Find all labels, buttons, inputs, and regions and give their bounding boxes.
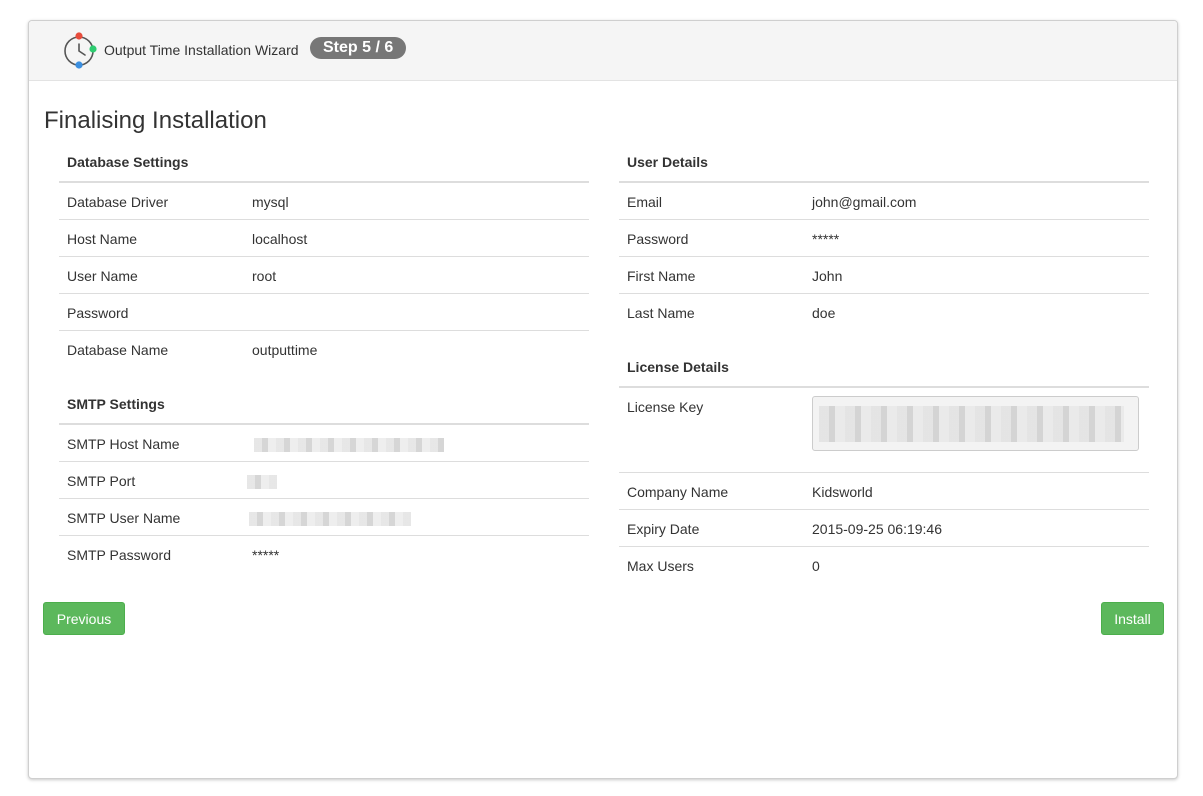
section-heading: Database Settings (59, 141, 589, 183)
row-label: Password (627, 231, 689, 247)
user-details-section: User Details Email john@gmail.com Passwo… (619, 141, 1149, 331)
redacted-value (249, 512, 411, 526)
row-value: ***** (812, 231, 840, 247)
smtp-settings-section: SMTP Settings SMTP Host Name SMTP Port S… (59, 383, 589, 573)
table-row: SMTP Host Name (59, 425, 589, 462)
row-label: SMTP Host Name (67, 436, 180, 452)
row-value: John (812, 268, 843, 284)
row-label: Last Name (627, 305, 695, 321)
clock-logo-icon (64, 32, 97, 69)
row-label: License Key (627, 399, 704, 415)
table-row: Expiry Date 2015-09-25 06:19:46 (619, 510, 1149, 547)
row-label: SMTP Port (67, 473, 136, 489)
table-row: Password ***** (619, 220, 1149, 257)
row-label: User Name (67, 268, 138, 284)
table-row: Max Users 0 (619, 547, 1149, 584)
table-row: Database Name outputtime (59, 331, 589, 368)
row-value: mysql (252, 194, 289, 210)
row-label: Password (67, 305, 129, 321)
row-value: 0 (812, 558, 820, 574)
row-value: john@gmail.com (812, 194, 917, 210)
license-details-section: License Details License Key Company Name… (619, 346, 1149, 584)
wizard-header: Output Time Installation Wizard Step 5 /… (29, 21, 1177, 81)
row-value: root (252, 268, 277, 284)
row-value: doe (812, 305, 836, 321)
page-title: Finalising Installation (44, 107, 267, 134)
table-row: Password (59, 294, 589, 331)
wizard-panel: Output Time Installation Wizard Step 5 /… (28, 20, 1178, 779)
install-button[interactable]: Install (1101, 602, 1164, 635)
previous-button[interactable]: Previous (43, 602, 125, 635)
table-row: Host Name localhost (59, 220, 589, 257)
table-row: SMTP User Name (59, 499, 589, 536)
row-label: Database Name (67, 342, 169, 358)
row-label: Company Name (627, 484, 729, 500)
row-label: Expiry Date (627, 521, 700, 537)
section-heading: SMTP Settings (59, 383, 589, 425)
table-row: SMTP Port (59, 462, 589, 499)
row-value: Kidsworld (812, 484, 873, 500)
section-heading: User Details (619, 141, 1149, 183)
license-key-field[interactable] (812, 396, 1139, 451)
table-row: SMTP Password ***** (59, 536, 589, 573)
table-row: User Name root (59, 257, 589, 294)
redacted-value (819, 406, 1124, 442)
table-row: Database Driver mysql (59, 183, 589, 220)
row-value: 2015-09-25 06:19:46 (812, 521, 942, 537)
table-row: First Name John (619, 257, 1149, 294)
row-label: Database Driver (67, 194, 169, 210)
table-row: Email john@gmail.com (619, 183, 1149, 220)
table-row: Company Name Kidsworld (619, 473, 1149, 510)
row-label: SMTP User Name (67, 510, 181, 526)
row-label: First Name (627, 268, 696, 284)
row-value: localhost (252, 231, 308, 247)
step-badge: Step 5 / 6 (310, 37, 407, 59)
row-label: Host Name (67, 231, 138, 247)
row-label: Email (627, 194, 663, 210)
row-value: ***** (252, 547, 280, 563)
table-row: Last Name doe (619, 294, 1149, 331)
redacted-value (247, 475, 277, 489)
row-value: outputtime (252, 342, 318, 358)
redacted-value (254, 438, 444, 452)
table-row: License Key (619, 388, 1149, 473)
row-label: Max Users (627, 558, 694, 574)
app-title: Output Time Installation Wizard (104, 42, 299, 58)
row-label: SMTP Password (67, 547, 171, 563)
database-settings-section: Database Settings Database Driver mysql … (59, 141, 589, 368)
section-heading: License Details (619, 346, 1149, 388)
